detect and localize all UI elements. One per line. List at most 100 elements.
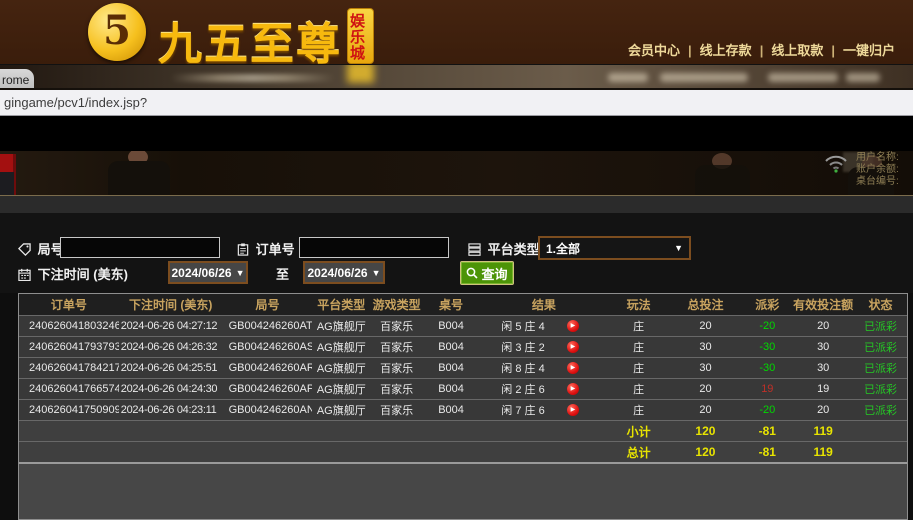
- cell-status: 已派彩: [854, 402, 907, 418]
- nav-link[interactable]: 线上取款: [771, 43, 823, 58]
- table-row[interactable]: 240626041793793 2024-06-26 04:26:32 GB00…: [19, 336, 907, 357]
- chevron-down-icon: ▼: [674, 243, 683, 253]
- cell-order-number: 240626041803246: [19, 320, 119, 332]
- result-text: 闲 7 庄 6: [479, 402, 567, 418]
- search-button[interactable]: 查询: [460, 261, 514, 285]
- banner-account-labels: 用户名称:账户余额:桌台编号:: [856, 152, 899, 188]
- column-header: 总投注: [669, 296, 743, 313]
- cell-round-number: GB004246260AT: [223, 320, 313, 332]
- cell-table-number: B004: [423, 383, 479, 395]
- order-input[interactable]: [299, 237, 449, 258]
- cell-order-number: 240626041750909: [19, 404, 119, 416]
- play-icon[interactable]: ▶: [567, 383, 579, 395]
- cell-status: 已派彩: [854, 381, 907, 397]
- result-text: 闲 2 庄 6: [479, 381, 567, 397]
- cell-total-bet: 20: [669, 404, 743, 416]
- chevron-down-icon: ▼: [236, 268, 245, 278]
- cell-total-bet: 20: [669, 383, 743, 395]
- date-from-value: 2024/06/26: [172, 266, 232, 280]
- column-header: 游戏类型: [370, 296, 423, 313]
- cell-bet-time: 2024-06-26 04:27:12: [119, 320, 223, 332]
- date-to-value: 2024/06/26: [308, 266, 368, 280]
- blurred-balance-text: [768, 73, 838, 82]
- column-header: 平台类型: [312, 296, 370, 313]
- result-text: 闲 8 庄 4: [479, 360, 567, 376]
- cell-play-type: 庄: [609, 339, 669, 355]
- cell-result: 闲 5 庄 4 ▶: [479, 318, 609, 334]
- clipboard-icon: [237, 243, 249, 256]
- cell-result: 闲 2 庄 6 ▶: [479, 381, 609, 397]
- cell-round-number: GB004246260AS: [223, 341, 313, 353]
- play-icon[interactable]: ▶: [567, 362, 579, 374]
- cell-payout: 19: [742, 383, 792, 395]
- cell-order-number: 240626041793793: [19, 341, 119, 353]
- table-row[interactable]: 240626041784217 2024-06-26 04:25:51 GB00…: [19, 357, 907, 378]
- calendar-icon: [18, 268, 31, 281]
- banner-footer-strip: [0, 196, 913, 213]
- platform-select[interactable]: 1.全部 ▼: [538, 236, 691, 260]
- order-label: 订单号: [237, 239, 295, 258]
- cell-play-type: 庄: [609, 381, 669, 397]
- cell-payout: -20: [742, 320, 792, 332]
- logo-coin-icon: 5: [88, 3, 146, 61]
- url-bar[interactable]: gingame/pcv1/index.jsp?: [0, 90, 913, 116]
- play-icon[interactable]: ▶: [567, 341, 579, 353]
- date-from-picker[interactable]: 2024/06/26 ▼: [168, 261, 248, 284]
- table-header-row: 订单号下注时间 (美东)局号平台类型游戏类型桌号结果玩法总投注派彩有效投注额状态: [19, 294, 907, 315]
- cell-platform: AG旗舰厅: [312, 339, 370, 355]
- summary-label: 小计: [609, 423, 669, 440]
- blurred-badge-artifact: [347, 64, 374, 83]
- date-to-picker[interactable]: 2024/06/26 ▼: [303, 261, 385, 284]
- play-icon[interactable]: ▶: [567, 320, 579, 332]
- nav-link[interactable]: 线上存款: [700, 43, 752, 58]
- column-header: 结果: [479, 296, 609, 313]
- blurred-account-text: [608, 73, 648, 82]
- cell-order-number: 240626041766574: [19, 383, 119, 395]
- cell-play-type: 庄: [609, 360, 669, 376]
- summary-total-bet: 120: [669, 445, 743, 459]
- banner-account-label: 账户余额:: [856, 164, 899, 176]
- column-header: 状态: [854, 296, 907, 313]
- table-row[interactable]: 240626041803246 2024-06-26 04:27:12 GB00…: [19, 315, 907, 336]
- summary-valid-bet: 119: [792, 424, 854, 438]
- decorative-swirl: [170, 74, 335, 82]
- cell-platform: AG旗舰厅: [312, 381, 370, 397]
- cell-game-type: 百家乐: [370, 318, 423, 334]
- tag-icon: [18, 243, 31, 256]
- cell-table-number: B004: [423, 320, 479, 332]
- nav-link[interactable]: 会员中心: [628, 43, 680, 58]
- column-header: 下注时间 (美东): [119, 296, 223, 313]
- cell-result: 闲 7 庄 6 ▶: [479, 402, 609, 418]
- blurred-account-text: [660, 73, 748, 82]
- banner-account-label: 桌台编号:: [856, 176, 899, 188]
- nav-separator: |: [688, 43, 692, 58]
- cell-round-number: GB004246260AR: [223, 362, 313, 374]
- cell-bet-time: 2024-06-26 04:26:32: [119, 341, 223, 353]
- column-header: 桌号: [423, 296, 479, 313]
- nav-separator: |: [760, 43, 764, 58]
- top-nav: 会员中心|线上存款|线上取款|一键归户: [628, 40, 895, 59]
- chevron-down-icon: ▼: [372, 268, 381, 278]
- brand-header: 5 九五至尊 娱乐城 会员中心|线上存款|线上取款|一键归户: [0, 0, 913, 64]
- cell-result: 闲 8 庄 4 ▶: [479, 360, 609, 376]
- round-label: 局号: [18, 239, 64, 258]
- browser-tab-strip: rome: [0, 64, 913, 90]
- cell-bet-time: 2024-06-26 04:24:30: [119, 383, 223, 395]
- server-list-icon: [468, 243, 481, 256]
- nav-link[interactable]: 一键归户: [843, 43, 895, 58]
- cell-game-type: 百家乐: [370, 381, 423, 397]
- table-row[interactable]: 240626041766574 2024-06-26 04:24:30 GB00…: [19, 378, 907, 399]
- column-header: 派彩: [742, 296, 792, 313]
- cell-round-number: GB004246260AP: [223, 383, 313, 395]
- table-row[interactable]: 240626041750909 2024-06-26 04:23:11 GB00…: [19, 399, 907, 420]
- cell-payout: -30: [742, 341, 792, 353]
- cell-bet-time: 2024-06-26 04:25:51: [119, 362, 223, 374]
- column-header: 玩法: [609, 296, 669, 313]
- page: 5 九五至尊 娱乐城 会员中心|线上存款|线上取款|一键归户 rome ging…: [0, 0, 913, 520]
- play-icon[interactable]: ▶: [567, 404, 579, 416]
- table-bottom-border: [19, 462, 907, 464]
- browser-tab[interactable]: rome: [0, 69, 34, 90]
- round-input[interactable]: [60, 237, 220, 258]
- summary-row: 总计 120 -81 119: [19, 441, 907, 462]
- cell-platform: AG旗舰厅: [312, 360, 370, 376]
